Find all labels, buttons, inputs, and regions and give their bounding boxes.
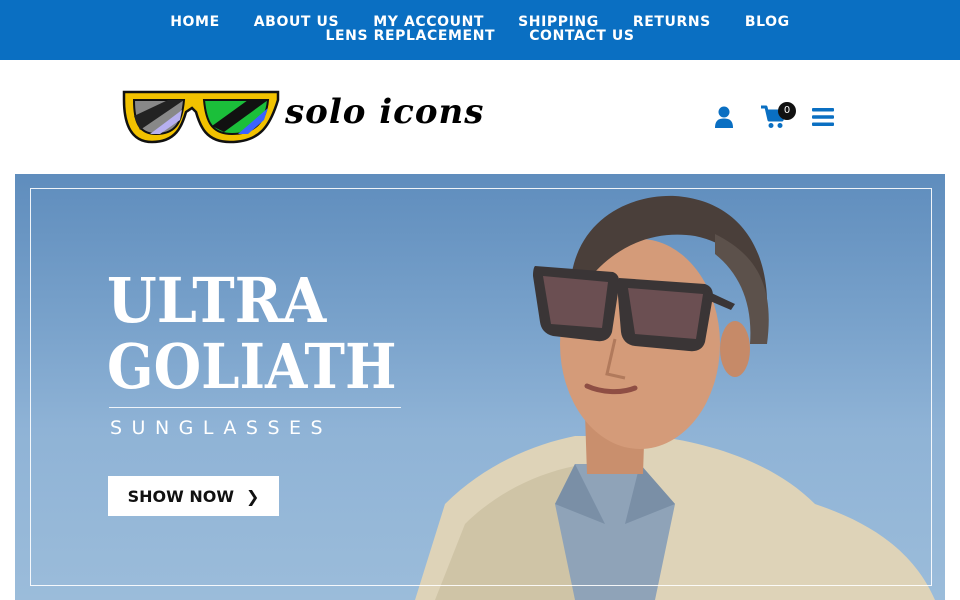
hero-divider <box>109 407 401 408</box>
hero-title-line2: GOLIATH <box>107 330 397 403</box>
brand-name[interactable]: solo icons <box>285 92 484 132</box>
user-icon[interactable] <box>712 105 736 129</box>
hamburger-menu-icon[interactable] <box>812 107 834 127</box>
nav-row-secondary: LENS REPLACEMENT CONTACT US <box>0 28 960 44</box>
nav-lens-replacement[interactable]: LENS REPLACEMENT <box>325 28 495 44</box>
top-navigation: HOME ABOUT US MY ACCOUNT SHIPPING RETURN… <box>0 0 960 60</box>
site-header: solo icons 0 <box>0 60 960 174</box>
cart-count-badge[interactable]: 0 <box>778 102 796 120</box>
show-now-button[interactable]: SHOW NOW ❯ <box>108 476 279 516</box>
hero-banner[interactable]: ULTRA GOLIATH SUNGLASSES SHOW NOW ❯ <box>15 174 945 600</box>
show-now-label: SHOW NOW <box>127 486 234 506</box>
hero-subtitle: SUNGLASSES <box>110 417 333 439</box>
hero-title-line1: ULTRA <box>107 264 327 337</box>
chevron-right-icon: ❯ <box>245 486 260 506</box>
nav-contact-us[interactable]: CONTACT US <box>529 28 634 44</box>
